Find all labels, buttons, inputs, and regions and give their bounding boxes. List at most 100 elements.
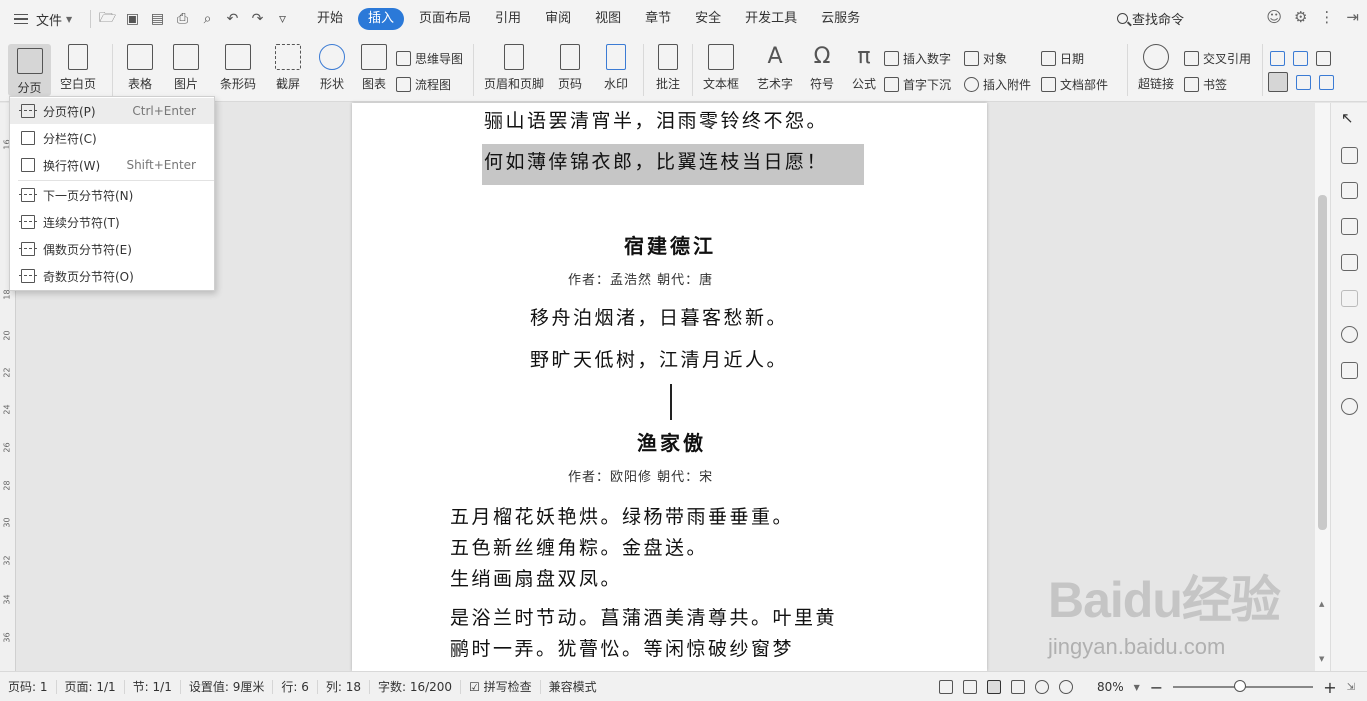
chart-button[interactable]: 图表 xyxy=(356,38,392,92)
print-preview-icon[interactable]: ⌕ xyxy=(195,7,220,31)
outline-icon[interactable] xyxy=(1341,254,1358,271)
picture-button[interactable]: 图片 xyxy=(166,38,206,92)
menu-item-next-page-section[interactable]: 下一页分节符(N) xyxy=(10,182,214,208)
attachment-button[interactable]: 插入附件 xyxy=(964,74,1031,94)
menu-item-column-break[interactable]: 分栏符(C) xyxy=(10,125,214,151)
zoom-slider-knob[interactable] xyxy=(1234,680,1247,692)
menu-item-odd-page-section[interactable]: 奇数页分节符(O) xyxy=(10,263,214,289)
date-button[interactable]: 日期 xyxy=(1041,48,1084,68)
save-icon[interactable]: ▣ xyxy=(120,7,145,31)
ribbon-insert: 分页 空白页 表格 图片 条形码 截屏 形状 图表 思维导图 流程图 页眉和页脚 xyxy=(0,38,1367,102)
document-page[interactable]: 骊山语罢清宵半，泪雨零铃终不怨。 何如薄倖锦衣郎，比翼连枝当日愿！ 宿建德江 作… xyxy=(352,103,987,671)
control-icon[interactable] xyxy=(1319,74,1334,90)
more-icon[interactable]: ⋮ xyxy=(1319,8,1334,26)
list-field-icon[interactable] xyxy=(1316,50,1331,66)
drop-cap-icon xyxy=(884,76,899,92)
spellcheck-button[interactable]: ☑ 拼写检查 xyxy=(461,679,541,694)
review-icon[interactable] xyxy=(1341,362,1358,379)
status-word-count[interactable]: 字数: 16/200 xyxy=(370,679,462,694)
expand-icon[interactable]: ⇲ xyxy=(1347,682,1355,693)
tab-cloud[interactable]: 云服务 xyxy=(809,8,872,30)
file-menu-button[interactable]: 文件 ▼ xyxy=(0,0,86,38)
hyperlink-button[interactable]: 超链接 xyxy=(1133,38,1179,92)
object-button[interactable]: 对象 xyxy=(964,48,1007,68)
gear-icon[interactable]: ⚙ xyxy=(1294,8,1307,26)
status-column[interactable]: 列: 18 xyxy=(318,679,370,694)
tab-references[interactable]: 引用 xyxy=(483,8,533,30)
drop-cap-button[interactable]: 首字下沉 xyxy=(884,74,951,94)
reading-view-icon[interactable] xyxy=(962,680,977,694)
menu-item-line-break[interactable]: 换行符(W) Shift+Enter xyxy=(10,152,214,178)
doc-parts-button[interactable]: 文档部件 xyxy=(1041,74,1108,94)
symbol-button[interactable]: Ω 符号 xyxy=(802,38,842,92)
fullscreen-icon[interactable] xyxy=(938,680,953,694)
watermark-button[interactable]: 水印 xyxy=(596,38,636,92)
menu-item-continuous-section[interactable]: 连续分节符(T) xyxy=(10,209,214,235)
page-break-button[interactable]: 分页 xyxy=(8,44,51,96)
header-footer-button[interactable]: 页眉和页脚 xyxy=(480,38,548,92)
open-folder-icon[interactable]: 🗁 xyxy=(95,7,120,31)
scroll-down-arrow-icon[interactable]: ▼ xyxy=(1319,655,1324,663)
screenshot-button[interactable]: 截屏 xyxy=(268,38,308,92)
eye-protection-icon[interactable] xyxy=(1058,680,1073,694)
formula-button[interactable]: π 公式 xyxy=(846,38,882,92)
frame-icon[interactable] xyxy=(1296,74,1311,90)
feedback-icon[interactable]: ☺ xyxy=(1266,8,1282,26)
tab-page-layout[interactable]: 页面布局 xyxy=(407,8,483,30)
redo-icon[interactable]: ↷ xyxy=(245,7,270,31)
format-icon[interactable] xyxy=(1341,290,1358,307)
zoom-slider[interactable] xyxy=(1173,680,1314,692)
status-setting[interactable]: 设置值: 9厘米 xyxy=(181,679,274,694)
textbox-button[interactable]: 文本框 xyxy=(698,38,744,92)
web-view-icon[interactable] xyxy=(1034,680,1049,694)
shapes-button[interactable]: 形状 xyxy=(312,38,352,92)
tab-insert[interactable]: 插入 xyxy=(358,8,405,30)
scrollbar-thumb[interactable] xyxy=(1318,195,1327,530)
mindmap-button[interactable]: 思维导图 xyxy=(396,48,463,68)
print-icon[interactable]: ⎙ xyxy=(170,7,195,31)
checkbox-field-icon[interactable] xyxy=(1293,50,1308,66)
text-field-icon[interactable] xyxy=(1270,50,1285,66)
comment-button[interactable]: 批注 xyxy=(651,38,685,92)
insert-number-button[interactable]: 插入数字 xyxy=(884,48,951,68)
layout-icon[interactable] xyxy=(1268,72,1288,92)
cursor-select-icon[interactable]: ↖ xyxy=(1341,111,1358,128)
status-pages[interactable]: 页面: 1/1 xyxy=(57,679,125,694)
flowchart-button[interactable]: 流程图 xyxy=(396,74,451,94)
customize-toolbar-icon[interactable]: ▿ xyxy=(270,7,295,31)
menu-item-page-break[interactable]: 分页符(P) Ctrl+Enter xyxy=(10,98,214,124)
outline-view-icon[interactable] xyxy=(1010,680,1025,694)
translate-icon[interactable] xyxy=(1341,182,1358,199)
zoom-out-icon[interactable]: − xyxy=(1150,678,1163,697)
zoom-level[interactable]: 80% xyxy=(1097,680,1124,694)
menu-item-even-page-section[interactable]: 偶数页分节符(E) xyxy=(10,236,214,262)
share-icon[interactable] xyxy=(1341,398,1358,415)
tab-review[interactable]: 审阅 xyxy=(533,8,583,30)
tab-developer[interactable]: 开发工具 xyxy=(733,8,809,30)
command-search[interactable]: 查找命令 xyxy=(1117,9,1184,28)
tab-chapter[interactable]: 章节 xyxy=(633,8,683,30)
lock-icon[interactable] xyxy=(1341,147,1358,164)
wordart-button[interactable]: A 艺术字 xyxy=(752,38,798,92)
status-section[interactable]: 节: 1/1 xyxy=(125,679,181,694)
status-row[interactable]: 行: 6 xyxy=(273,679,318,694)
pin-icon[interactable]: ⇥ xyxy=(1346,8,1359,26)
cross-ref-button[interactable]: 交叉引用 xyxy=(1184,48,1251,68)
bookmark-button[interactable]: 书签 xyxy=(1184,74,1227,94)
export-pdf-icon[interactable]: ▤ xyxy=(145,7,170,31)
barcode-button[interactable]: 条形码 xyxy=(212,38,264,92)
scroll-up-arrow-icon[interactable]: ▲ xyxy=(1319,600,1324,608)
chevron-down-icon[interactable]: ▼ xyxy=(1134,683,1140,692)
status-page-number[interactable]: 页码: 1 xyxy=(0,679,57,694)
blank-page-button[interactable]: 空白页 xyxy=(55,38,101,92)
table-button[interactable]: 表格 xyxy=(120,38,160,92)
history-icon[interactable] xyxy=(1341,326,1358,343)
page-view-icon[interactable] xyxy=(986,680,1001,694)
page-number-button[interactable]: 页码 xyxy=(552,38,588,92)
tab-home[interactable]: 开始 xyxy=(305,8,355,30)
tab-view[interactable]: 视图 xyxy=(583,8,633,30)
undo-icon[interactable]: ↶ xyxy=(220,7,245,31)
tab-security[interactable]: 安全 xyxy=(683,8,733,30)
archive-icon[interactable] xyxy=(1341,218,1358,235)
zoom-in-icon[interactable]: + xyxy=(1323,678,1336,697)
